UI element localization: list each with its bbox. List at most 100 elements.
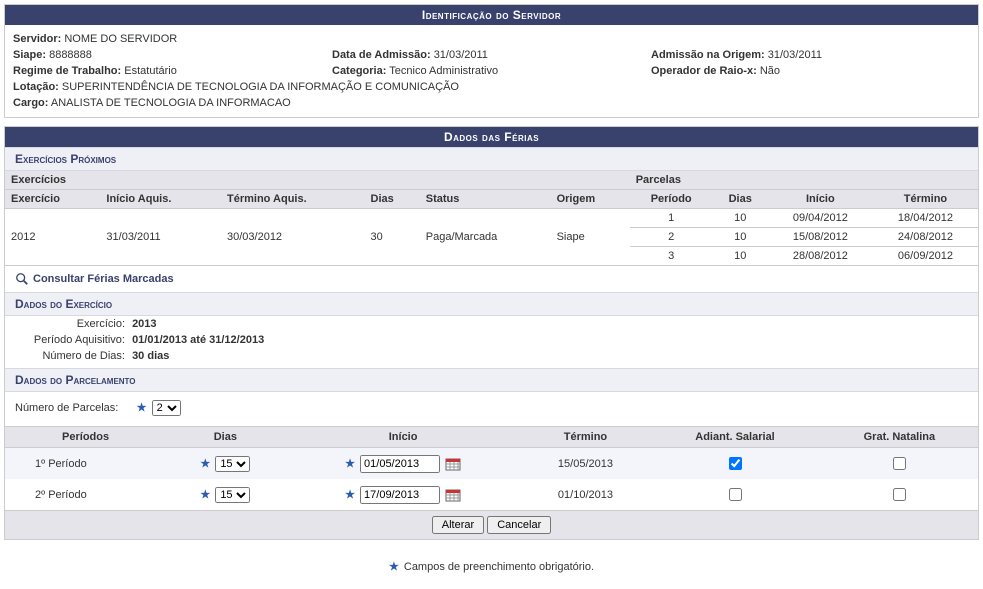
calendar-icon[interactable]	[445, 488, 461, 502]
consultar-ferias-link[interactable]: Consultar Férias Marcadas	[33, 273, 174, 285]
ferias-header: Dados das Férias	[5, 127, 978, 147]
num-parcelas-label: Número de Parcelas:	[15, 402, 118, 414]
required-star-icon: ★	[200, 489, 210, 501]
parcelamento-table: Períodos Dias Início Término Adiant. Sal…	[5, 426, 978, 510]
cell-periodo-label: 1º Período	[5, 448, 166, 480]
exercicio-label: Exercício:	[15, 318, 125, 330]
lotacao-label: Lotação:	[13, 81, 59, 93]
cell-periodo: 1	[630, 209, 713, 228]
col-periodo: Período	[630, 190, 713, 209]
servidor-value: NOME DO SERVIDOR	[64, 33, 177, 45]
lotacao-value: SUPERINTENDÊNCIA DE TECNOLOGIA DA INFORM…	[62, 81, 459, 93]
exercicio-value: 2013	[132, 318, 156, 330]
cell-exercicio: 2012	[5, 209, 100, 266]
group-exercicios: Exercícios	[5, 171, 630, 190]
col-inicio: Início	[768, 190, 873, 209]
grat-checkbox-2[interactable]	[893, 488, 906, 501]
table-row: 1º Período ★ 15 ★	[5, 448, 978, 480]
alterar-button[interactable]: Alterar	[432, 516, 484, 534]
table-row: 2012 31/03/2011 30/03/2012 30 Paga/Marca…	[5, 209, 978, 228]
col-exercicio: Exercício	[5, 190, 100, 209]
col-dias: Dias	[365, 190, 420, 209]
num-parcelas-select[interactable]: 2	[152, 400, 181, 416]
siape-value: 8888888	[49, 49, 92, 61]
col-pdias: Dias	[166, 427, 284, 448]
cell-status: Paga/Marcada	[420, 209, 551, 266]
exercicios-table: Exercícios Parcelas Exercício Início Aqu…	[5, 171, 978, 266]
col-grat: Grat. Natalina	[821, 427, 978, 448]
cell-pdias: 10	[713, 247, 768, 266]
cell-ptermino: 18/04/2012	[873, 209, 978, 228]
required-star-icon: ★	[345, 458, 355, 470]
cell-ptermino: 06/09/2012	[873, 247, 978, 266]
admissao-origem-value: 31/03/2011	[768, 49, 822, 61]
col-pdias: Dias	[713, 190, 768, 209]
periodo-aq-value: 01/01/2013 até 31/12/2013	[132, 334, 264, 346]
periodo-aq-label: Período Aquisitivo:	[15, 334, 125, 346]
ident-header: Identificação do Servidor	[5, 5, 978, 25]
adiant-checkbox-1[interactable]	[729, 457, 742, 470]
adiant-checkbox-2[interactable]	[729, 488, 742, 501]
cell-periodo: 3	[630, 247, 713, 266]
raiox-label: Operador de Raio-x:	[651, 65, 757, 77]
admissao-origem-label: Admissão na Origem:	[651, 49, 765, 61]
numdias-label: Número de Dias:	[15, 350, 125, 362]
cell-pinicio: 28/08/2012	[768, 247, 873, 266]
cancelar-button[interactable]: Cancelar	[487, 516, 551, 534]
ferias-panel: Dados das Férias Exercícios Próximos Exe…	[4, 126, 979, 540]
required-star-icon: ★	[389, 561, 399, 573]
col-inicio-aq: Início Aquis.	[100, 190, 221, 209]
dias-select-2[interactable]: 15	[215, 487, 250, 503]
col-pinicio: Início	[285, 427, 522, 448]
consultar-ferias-row: Consultar Férias Marcadas	[5, 266, 978, 292]
regime-label: Regime de Trabalho:	[13, 65, 121, 77]
data-admissao-label: Data de Admissão:	[332, 49, 431, 61]
button-row: Alterar Cancelar	[5, 510, 978, 539]
ident-body: Servidor: NOME DO SERVIDOR Siape: 888888…	[5, 25, 978, 117]
cargo-value: ANALISTA DE TECNOLOGIA DA INFORMACAO	[51, 97, 291, 109]
cell-pdias: 10	[713, 209, 768, 228]
group-parcelas: Parcelas	[630, 171, 978, 190]
table-row: 2º Período ★ 15 ★	[5, 479, 978, 510]
cell-inicio-aq: 31/03/2011	[100, 209, 221, 266]
cell-periodo: 2	[630, 228, 713, 247]
dados-exercicio-title: Dados do Exercício	[5, 292, 978, 316]
cargo-label: Cargo:	[13, 97, 48, 109]
exercicios-proximos-title: Exercícios Próximos	[5, 147, 978, 171]
footnote-text: Campos de preenchimento obrigatório.	[404, 561, 594, 573]
categoria-label: Categoria:	[332, 65, 386, 77]
numdias-value: 30 dias	[132, 350, 169, 362]
regime-value: Estatutário	[124, 65, 177, 77]
servidor-label: Servidor:	[13, 33, 61, 45]
col-ptermino: Término	[522, 427, 650, 448]
cell-pinicio: 15/08/2012	[768, 228, 873, 247]
col-origem: Origem	[551, 190, 630, 209]
cell-ptermino: 24/08/2012	[873, 228, 978, 247]
grat-checkbox-1[interactable]	[893, 457, 906, 470]
cell-periodo-label: 2º Período	[5, 479, 166, 510]
cell-origem: Siape	[551, 209, 630, 266]
calendar-icon[interactable]	[445, 457, 461, 471]
required-star-icon: ★	[137, 402, 147, 414]
col-termino-aq: Término Aquis.	[221, 190, 365, 209]
required-star-icon: ★	[200, 458, 210, 470]
categoria-value: Tecnico Administrativo	[389, 65, 498, 77]
inicio-input-1[interactable]	[360, 455, 440, 473]
cell-termino-aq: 30/03/2012	[221, 209, 365, 266]
data-admissao-value: 31/03/2011	[434, 49, 488, 61]
cell-dias: 30	[365, 209, 420, 266]
cell-termino: 15/05/2013	[522, 448, 650, 480]
cell-termino: 01/10/2013	[522, 479, 650, 510]
inicio-input-2[interactable]	[360, 486, 440, 504]
col-periodos: Períodos	[5, 427, 166, 448]
footnote: ★ Campos de preenchimento obrigatório.	[4, 548, 979, 585]
dias-select-1[interactable]: 15	[215, 456, 250, 472]
cell-pinicio: 09/04/2012	[768, 209, 873, 228]
dados-parcelamento-title: Dados do Parcelamento	[5, 368, 978, 392]
col-termino: Término	[873, 190, 978, 209]
ident-panel: Identificação do Servidor Servidor: NOME…	[4, 4, 979, 118]
col-status: Status	[420, 190, 551, 209]
required-star-icon: ★	[345, 489, 355, 501]
siape-label: Siape:	[13, 49, 46, 61]
cell-pdias: 10	[713, 228, 768, 247]
